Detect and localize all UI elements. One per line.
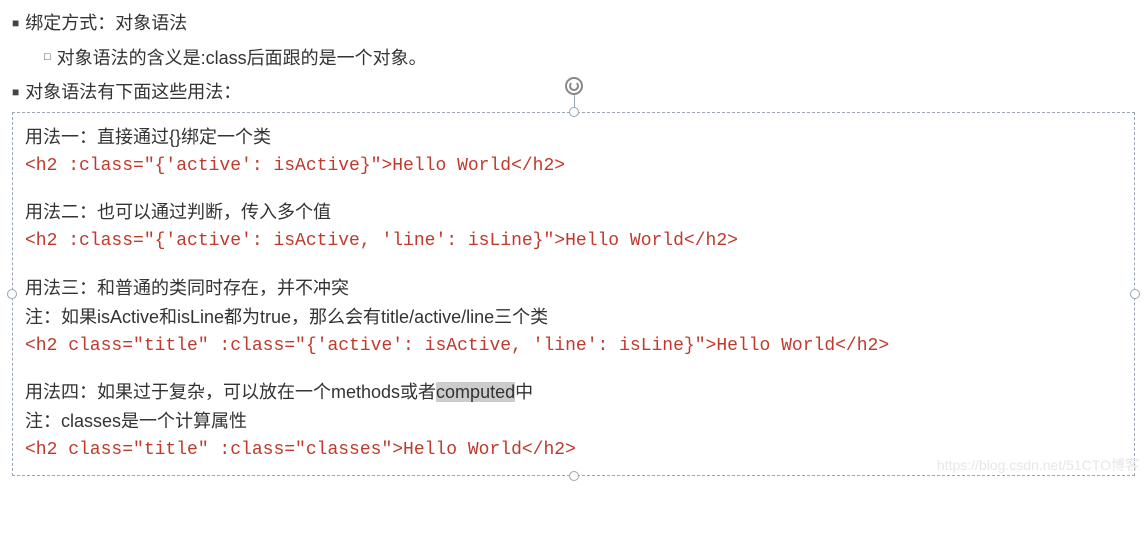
square-bullet-icon: ■	[12, 82, 19, 102]
square-bullet-icon: ■	[12, 13, 19, 33]
usage-4-desc: 用法四：如果过于复杂，可以放在一个methods或者computed中	[25, 378, 1122, 407]
usage-4-highlight: computed	[436, 382, 515, 402]
usage-2-code: <h2 :class="{'active': isActive, 'line':…	[25, 227, 1122, 256]
resize-handle-bottom[interactable]	[569, 471, 579, 481]
usage-3-code: <h2 class="title" :class="{'active': isA…	[25, 332, 1122, 361]
watermark-text: https://blog.csdn.net/51CTO博客	[937, 454, 1139, 478]
resize-handle-right[interactable]	[1130, 289, 1140, 299]
bullet-binding-method: ■ 绑定方式：对象语法	[12, 8, 1135, 39]
usage-1-code: <h2 :class="{'active': isActive}">Hello …	[25, 152, 1122, 181]
code-example-box[interactable]: 用法一：直接通过{}绑定一个类 <h2 :class="{'active': i…	[12, 112, 1135, 476]
sub-bullet-meaning: □ 对象语法的含义是:class后面跟的是一个对象。	[44, 43, 1135, 74]
usage-3-note: 注：如果isActive和isLine都为true，那么会有title/acti…	[25, 303, 1122, 332]
usage-2-desc: 用法二：也可以通过判断，传入多个值	[25, 198, 1122, 227]
sub-bullet-text: 对象语法的含义是:class后面跟的是一个对象。	[57, 43, 427, 74]
usage-4-note: 注：classes是一个计算属性	[25, 407, 1122, 436]
usage-block-2: 用法二：也可以通过判断，传入多个值 <h2 :class="{'active':…	[25, 198, 1122, 256]
bullet-text: 对象语法有下面这些用法：	[25, 77, 241, 108]
usage-3-desc: 用法三：和普通的类同时存在，并不冲突	[25, 274, 1122, 303]
resize-handle-top[interactable]	[569, 107, 579, 117]
usage-4-desc-post: 中	[515, 382, 533, 402]
usage-block-3: 用法三：和普通的类同时存在，并不冲突 注：如果isActive和isLine都为…	[25, 274, 1122, 360]
bullet-text: 绑定方式：对象语法	[25, 8, 187, 39]
usage-4-desc-pre: 用法四：如果过于复杂，可以放在一个methods或者	[25, 382, 436, 402]
resize-handle-left[interactable]	[7, 289, 17, 299]
hollow-square-bullet-icon: □	[44, 48, 51, 67]
usage-block-4: 用法四：如果过于复杂，可以放在一个methods或者computed中 注：cl…	[25, 378, 1122, 464]
usage-1-desc: 用法一：直接通过{}绑定一个类	[25, 123, 1122, 152]
usage-block-1: 用法一：直接通过{}绑定一个类 <h2 :class="{'active': i…	[25, 123, 1122, 181]
rotate-handle-icon[interactable]	[565, 77, 583, 95]
